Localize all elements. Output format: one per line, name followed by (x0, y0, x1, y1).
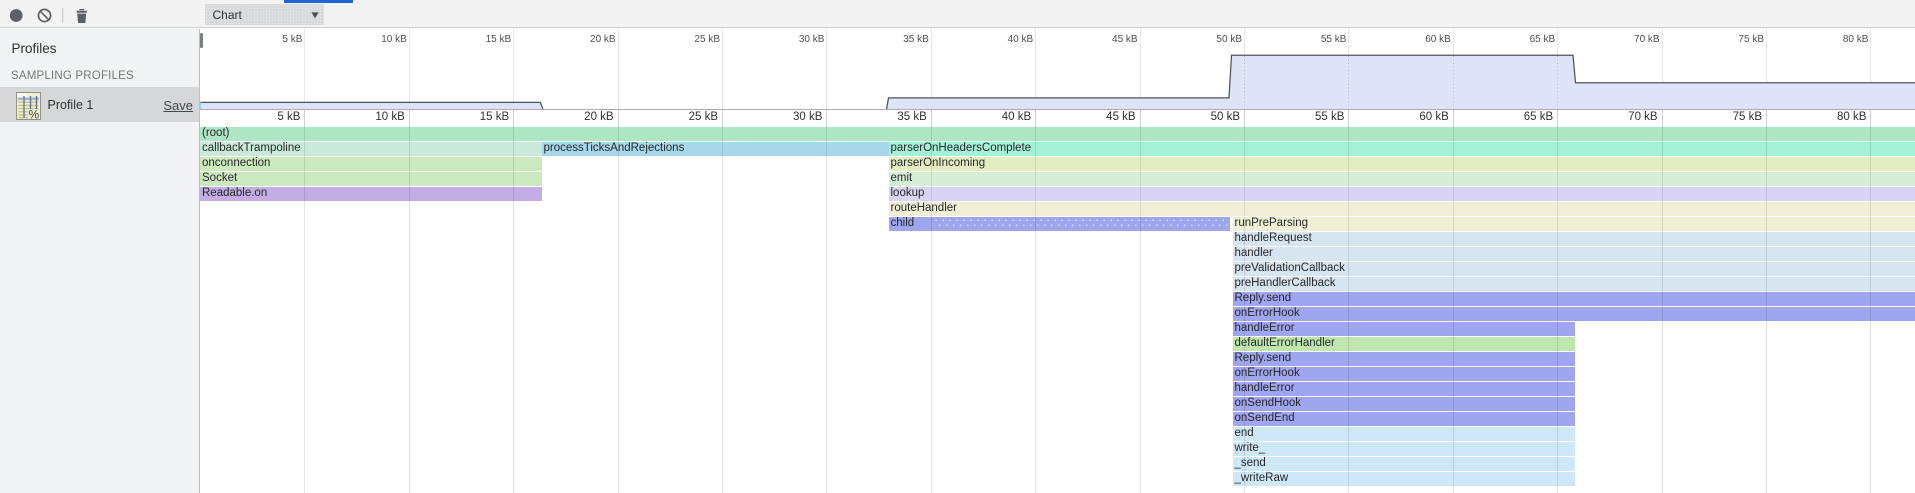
svg-text:%: % (28, 107, 39, 120)
